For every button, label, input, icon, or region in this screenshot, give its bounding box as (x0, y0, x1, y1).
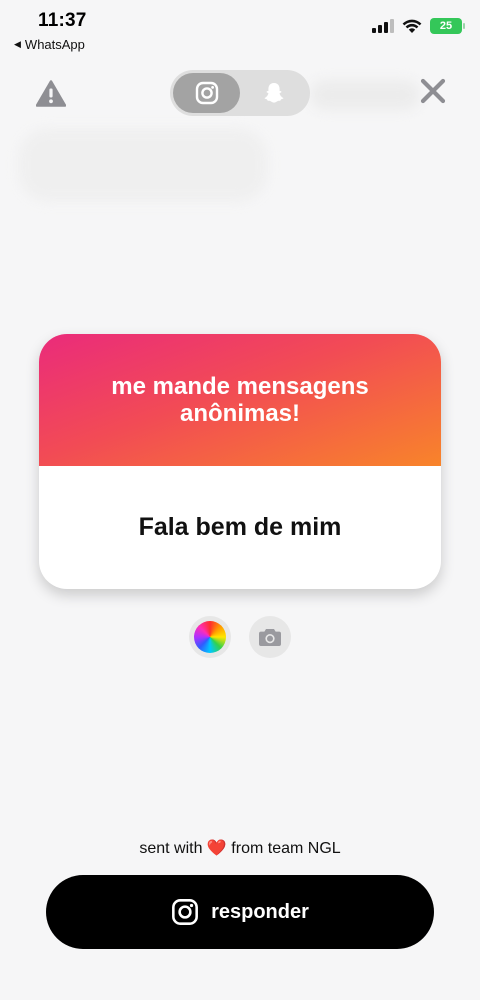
close-icon (420, 78, 446, 104)
footer-prefix: sent with (139, 840, 203, 857)
share-target-toggle (170, 70, 310, 116)
close-button[interactable] (416, 74, 450, 108)
status-bar: 11:37 ◀ WhatsApp 25 (0, 0, 480, 58)
warning-icon (36, 79, 66, 107)
card-message: Fala bem de mim (138, 513, 342, 541)
status-indicators: 25 (372, 18, 465, 34)
reply-button-label: responder (211, 900, 309, 923)
cellular-signal-icon (372, 19, 394, 33)
back-to-app-link[interactable]: ◀ WhatsApp (14, 37, 85, 52)
camera-button[interactable] (249, 616, 291, 658)
tab-snapchat[interactable] (240, 73, 307, 113)
blurred-background-shape (18, 128, 268, 202)
report-button[interactable] (34, 76, 68, 110)
card-header: me mande mensagens anônimas! (39, 334, 441, 466)
message-card: me mande mensagens anônimas! Fala bem de… (39, 334, 441, 589)
camera-icon (259, 629, 281, 646)
color-wheel-icon (194, 621, 226, 653)
heart-icon: ❤️ (206, 840, 227, 857)
footer-credit: sent with ❤️ from team NGL (0, 838, 480, 858)
back-app-label: WhatsApp (24, 37, 85, 52)
battery-level: 25 (439, 20, 453, 32)
tab-instagram[interactable] (173, 73, 240, 113)
reply-button[interactable]: responder (46, 875, 434, 949)
wifi-icon (402, 19, 422, 33)
card-title: me mande mensagens anônimas! (111, 373, 369, 427)
status-time: 11:37 (38, 10, 87, 31)
color-picker-button[interactable] (189, 616, 231, 658)
instagram-icon (195, 81, 218, 105)
footer-suffix: from team NGL (231, 840, 341, 857)
blurred-background-shape (310, 80, 420, 110)
card-body: Fala bem de mim (39, 466, 441, 589)
snapchat-ghost-icon (264, 83, 283, 103)
instagram-icon (172, 899, 199, 925)
back-arrow-icon: ◀ (14, 39, 21, 49)
battery-indicator: 25 (430, 18, 465, 34)
